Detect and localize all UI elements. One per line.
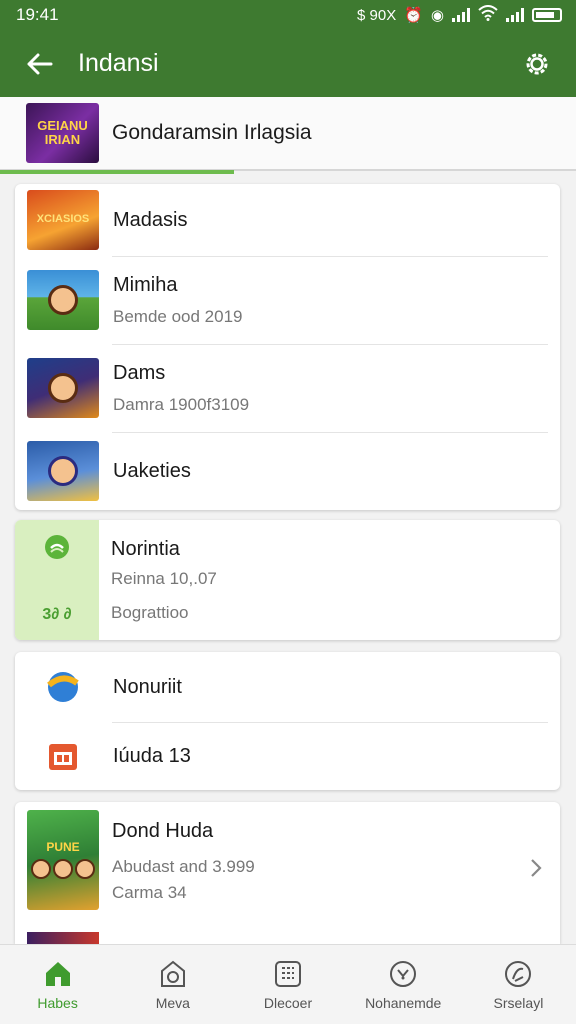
card-detail: Bograttioo: [111, 603, 189, 622]
list-item[interactable]: Uaketies: [15, 432, 560, 510]
chevron-right-icon: [531, 859, 542, 877]
featured-game-row[interactable]: GEIANU IRIAN Gondaramsin Irlagsia: [0, 97, 576, 171]
game-thumbnail: PUNE: [27, 810, 99, 910]
home-icon: [45, 961, 70, 986]
loading-progress-bar: [0, 170, 234, 174]
arrow-back-icon: [27, 53, 53, 74]
nav-label: Srselayl: [493, 994, 544, 1011]
list-item[interactable]: Mimiha Bemde ood 2019: [15, 256, 560, 344]
tools-card: Nonuriit Iúuda 13: [15, 652, 560, 790]
nav-label: Dlecoer: [263, 994, 313, 1011]
featured-game-thumbnail: GEIANU IRIAN: [26, 103, 99, 163]
nav-label: Meva: [155, 994, 190, 1011]
list-item[interactable]: XCIASIOS Madasis: [15, 184, 560, 256]
game-thumbnail: [27, 358, 99, 418]
calendar-icon: [49, 744, 77, 770]
game-thumbnail: [27, 441, 99, 501]
list-item[interactable]: Nonuriit: [15, 652, 560, 722]
gear-icon: [526, 53, 548, 74]
profile-icon: [505, 960, 532, 987]
bottom-navigation: Habes Meva Dlecoer Nohanemde Srselayl: [0, 944, 576, 1024]
featured-card[interactable]: PUNE Dond Huda Abudast and 3.999 Carma 3…: [15, 802, 560, 944]
list-item-title: Dams: [113, 361, 166, 384]
cell-signal-icon: [452, 8, 470, 22]
list-item[interactable]: Iúuda 13: [15, 722, 560, 790]
nav-label: Habes: [37, 994, 78, 1011]
list-item-title: Madasis: [113, 208, 188, 231]
highlight-badge: 3∂ ∂: [42, 606, 72, 623]
grid-icon: [275, 960, 301, 987]
status-time: 19:41: [16, 5, 59, 24]
back-button[interactable]: [0, 30, 78, 97]
nav-item-home[interactable]: Habes: [0, 945, 115, 1024]
nav-item-profile[interactable]: Srselayl: [461, 945, 576, 1024]
status-icons: $ 90X ⏰ ◉: [357, 5, 562, 25]
list-item-title: Nonuriit: [113, 675, 182, 698]
card-subtitle: Abudast and 3.999: [112, 857, 255, 876]
app-bar: Indansi: [0, 30, 576, 97]
list-item-title: Mimiha: [113, 273, 178, 296]
card-detail: Carma 34: [112, 883, 187, 902]
cell-signal-2-icon: [506, 8, 524, 22]
leaf-icon: [45, 535, 69, 559]
list-item-title: Uaketies: [113, 459, 191, 482]
nav-item-bag[interactable]: Meva: [115, 945, 230, 1024]
list-item-subtitle: Bemde ood 2019: [113, 306, 243, 326]
highlight-card[interactable]: 3∂ ∂ Norintia Reinna 10,.07 Bograttioo: [15, 520, 560, 640]
game-thumbnail: [27, 270, 99, 330]
games-list-card: XCIASIOS Madasis Mimiha Bemde ood 2019 D…: [15, 184, 560, 510]
wifi-icon: [478, 5, 498, 25]
list-item-subtitle: Damra 1900f3109: [113, 394, 250, 414]
nav-item-discover[interactable]: Dlecoer: [230, 945, 345, 1024]
featured-game-title: Gondaramsin Irlagsia: [112, 121, 312, 144]
card-title: Norintia: [111, 538, 180, 560]
alarm-icon: ⏰: [404, 7, 423, 24]
sphere-icon: [47, 672, 79, 702]
nav-item-compass[interactable]: Nohanemde: [346, 945, 461, 1024]
card-title: Dond Huda: [112, 820, 214, 842]
record-icon: ◉: [430, 7, 444, 24]
settings-button[interactable]: [498, 30, 576, 97]
compass-icon: [390, 960, 417, 987]
page-title: Indansi: [78, 49, 159, 77]
battery-icon: [532, 8, 562, 22]
highlight-panel: 3∂ ∂: [15, 520, 99, 640]
next-item-thumbnail-peek: [27, 932, 99, 944]
status-indicators: $ 90X: [357, 6, 397, 24]
list-item-title: Iúuda 13: [113, 744, 191, 767]
list-item[interactable]: Dams Damra 1900f3109: [15, 344, 560, 432]
bag-icon: [160, 960, 185, 987]
card-subtitle: Reinna 10,.07: [111, 569, 217, 588]
nav-label: Nohanemde: [365, 994, 442, 1011]
game-thumbnail: XCIASIOS: [27, 190, 99, 250]
status-bar: 19:41 $ 90X ⏰ ◉: [0, 0, 576, 30]
